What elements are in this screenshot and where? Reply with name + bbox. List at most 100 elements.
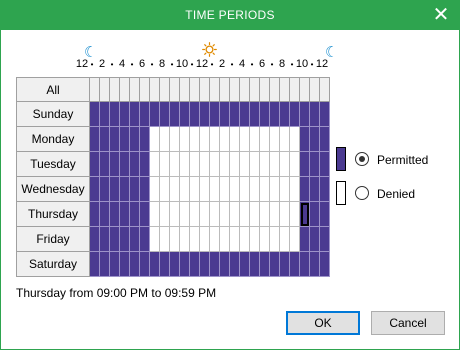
hour-column-header[interactable] [120,77,130,102]
denied-hour-cell[interactable] [240,227,250,252]
denied-hour-cell[interactable] [280,127,290,152]
day-header[interactable]: Saturday [16,252,90,277]
denied-hour-cell[interactable] [230,152,240,177]
permitted-hour-cell[interactable] [290,252,300,277]
permitted-hour-cell[interactable] [110,102,120,127]
denied-hour-cell[interactable] [190,227,200,252]
permitted-hour-cell[interactable] [320,202,330,227]
denied-hour-cell[interactable] [220,202,230,227]
cancel-button[interactable]: Cancel [371,311,445,335]
permitted-hour-cell[interactable] [130,127,140,152]
permitted-hour-cell[interactable] [250,252,260,277]
denied-hour-cell[interactable] [180,177,190,202]
denied-hour-cell[interactable] [190,152,200,177]
permitted-hour-cell[interactable] [130,202,140,227]
permitted-hour-cell[interactable] [90,102,100,127]
permitted-hour-cell[interactable] [260,252,270,277]
denied-hour-cell[interactable] [230,202,240,227]
permitted-hour-cell[interactable] [110,202,120,227]
denied-hour-cell[interactable] [270,202,280,227]
denied-hour-cell[interactable] [240,152,250,177]
permitted-hour-cell[interactable] [110,152,120,177]
denied-hour-cell[interactable] [170,227,180,252]
permitted-hour-cell[interactable] [210,252,220,277]
permitted-hour-cell[interactable] [110,127,120,152]
denied-hour-cell[interactable] [170,177,180,202]
denied-hour-cell[interactable] [210,152,220,177]
denied-hour-cell[interactable] [250,202,260,227]
permitted-hour-cell[interactable] [210,102,220,127]
denied-hour-cell[interactable] [240,177,250,202]
permitted-hour-cell[interactable] [140,252,150,277]
permitted-hour-cell[interactable] [280,102,290,127]
hour-column-header[interactable] [220,77,230,102]
denied-hour-cell[interactable] [270,177,280,202]
permitted-hour-cell[interactable] [120,202,130,227]
permitted-hour-cell[interactable] [90,127,100,152]
denied-hour-cell[interactable] [270,152,280,177]
day-header[interactable]: Sunday [16,102,90,127]
hour-column-header[interactable] [170,77,180,102]
permitted-hour-cell[interactable] [320,127,330,152]
permitted-hour-cell[interactable] [120,152,130,177]
hour-column-header[interactable] [150,77,160,102]
day-header[interactable]: Friday [16,227,90,252]
denied-hour-cell[interactable] [250,177,260,202]
permitted-hour-cell[interactable] [90,202,100,227]
hour-column-header[interactable] [100,77,110,102]
permitted-hour-cell[interactable] [300,227,310,252]
permitted-hour-cell[interactable] [100,102,110,127]
denied-hour-cell[interactable] [260,177,270,202]
permitted-hour-cell[interactable] [140,127,150,152]
denied-hour-cell[interactable] [290,127,300,152]
denied-hour-cell[interactable] [180,202,190,227]
denied-hour-cell[interactable] [220,227,230,252]
permitted-hour-cell[interactable] [170,102,180,127]
permitted-hour-cell[interactable] [110,227,120,252]
hour-column-header[interactable] [290,77,300,102]
hour-column-header[interactable] [260,77,270,102]
hour-column-header[interactable] [140,77,150,102]
hour-column-header[interactable] [110,77,120,102]
denied-hour-cell[interactable] [280,177,290,202]
permitted-hour-cell[interactable] [120,127,130,152]
ok-button[interactable]: OK [286,311,360,335]
permitted-hour-cell[interactable] [320,102,330,127]
hour-column-header[interactable] [300,77,310,102]
hour-column-header[interactable] [200,77,210,102]
denied-hour-cell[interactable] [190,127,200,152]
denied-hour-cell[interactable] [290,227,300,252]
denied-hour-cell[interactable] [250,127,260,152]
denied-hour-cell[interactable] [270,127,280,152]
denied-hour-cell[interactable] [220,152,230,177]
permitted-hour-cell[interactable] [150,252,160,277]
denied-hour-cell[interactable] [280,152,290,177]
denied-hour-cell[interactable] [190,202,200,227]
denied-hour-cell[interactable] [290,177,300,202]
denied-hour-cell[interactable] [180,152,190,177]
denied-hour-cell[interactable] [180,227,190,252]
permitted-label[interactable]: Permitted [377,153,428,167]
permitted-hour-cell[interactable] [310,202,320,227]
denied-hour-cell[interactable] [150,152,160,177]
permitted-hour-cell[interactable] [90,252,100,277]
permitted-hour-cell[interactable] [160,102,170,127]
denied-hour-cell[interactable] [280,202,290,227]
denied-hour-cell[interactable] [230,177,240,202]
denied-hour-cell[interactable] [210,127,220,152]
permitted-hour-cell[interactable] [230,102,240,127]
permitted-hour-cell[interactable] [140,227,150,252]
day-header[interactable]: Wednesday [16,177,90,202]
denied-hour-cell[interactable] [200,152,210,177]
permitted-hour-cell[interactable] [270,252,280,277]
denied-hour-cell[interactable] [260,202,270,227]
hour-column-header[interactable] [240,77,250,102]
hour-column-header[interactable] [190,77,200,102]
permitted-hour-cell[interactable] [100,127,110,152]
permitted-hour-cell[interactable] [300,202,310,227]
denied-hour-cell[interactable] [240,202,250,227]
permitted-hour-cell[interactable] [190,102,200,127]
hour-column-header[interactable] [180,77,190,102]
denied-hour-cell[interactable] [210,227,220,252]
permitted-hour-cell[interactable] [180,252,190,277]
